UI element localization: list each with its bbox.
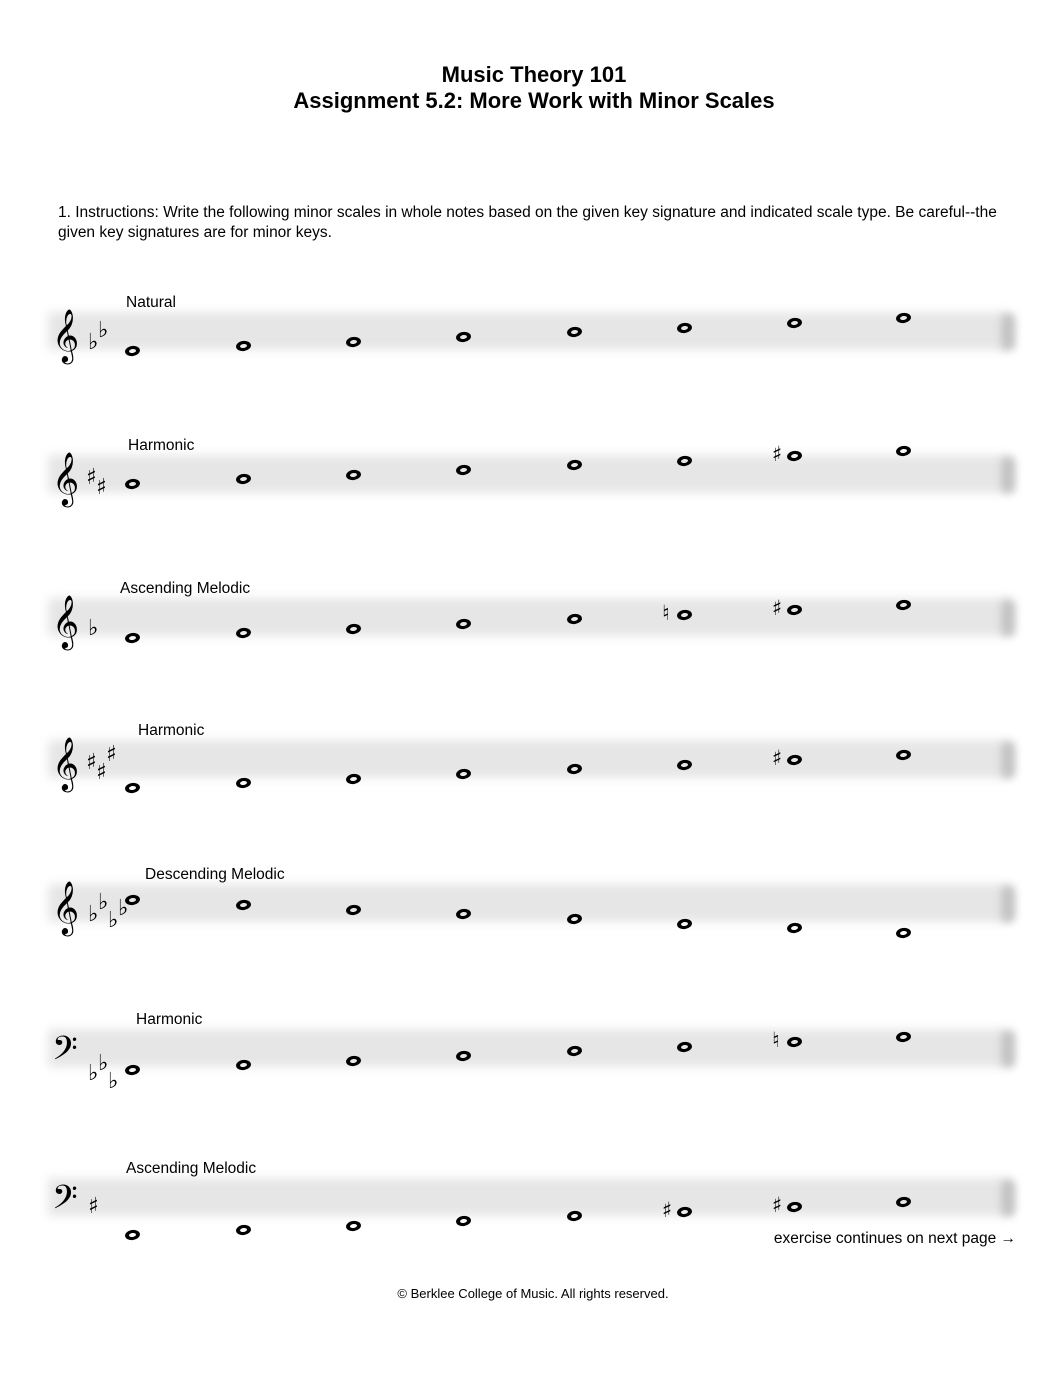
whole-note xyxy=(124,1064,141,1076)
key-signature-flat-icon: ♭ xyxy=(88,1061,99,1086)
scale-type-label: Ascending Melodic xyxy=(120,580,251,597)
key-signature-flat-icon: ♭ xyxy=(108,1069,119,1094)
treble-clef-icon: 𝄞 xyxy=(52,594,80,648)
sharp-accidental-icon: ♯ xyxy=(772,745,783,770)
scale-type-label: Ascending Melodic xyxy=(126,1160,257,1177)
treble-clef-icon: 𝄞 xyxy=(52,736,80,790)
whole-note xyxy=(345,1219,362,1232)
natural-accidental-icon: ♮ xyxy=(662,600,670,625)
whole-note xyxy=(235,340,252,353)
final-barline xyxy=(1001,457,1015,493)
whole-note xyxy=(124,345,141,357)
staff-lines xyxy=(48,740,1013,778)
treble-clef-icon: 𝄞 xyxy=(52,451,80,505)
natural-accidental-icon: ♮ xyxy=(772,1027,780,1052)
assignment-title: Assignment 5.2: More Work with Minor Sca… xyxy=(293,88,775,113)
final-barline xyxy=(1001,742,1015,778)
key-signature-flat-icon: ♭ xyxy=(88,902,99,927)
scale-type-label: Natural xyxy=(126,294,176,311)
staff-lines xyxy=(48,884,1013,922)
key-signature-flat-icon: ♭ xyxy=(98,318,109,343)
whole-note xyxy=(235,627,252,640)
final-barline xyxy=(1001,314,1015,350)
staff-lines xyxy=(48,1029,1013,1067)
whole-note xyxy=(124,782,141,794)
staff-exercise-5: Descending Melodic 𝄞 ♭ ♭ ♭ ♭ xyxy=(48,862,1023,952)
scale-type-label: Harmonic xyxy=(136,1011,203,1028)
whole-note xyxy=(455,1214,472,1227)
scale-type-label: Harmonic xyxy=(128,437,195,454)
whole-note xyxy=(786,922,803,935)
sharp-accidental-icon: ♯ xyxy=(772,595,783,620)
staff-exercise-4: Harmonic 𝄞 ♯ ♯ ♯ ♯ xyxy=(48,718,1023,808)
bass-clef-icon: 𝄢 xyxy=(52,1030,78,1076)
whole-note xyxy=(566,1210,583,1223)
copyright-footer: © Berklee College of Music. All rights r… xyxy=(397,1286,669,1301)
whole-note xyxy=(235,777,252,790)
key-signature-sharp-icon: ♯ xyxy=(88,1194,99,1219)
staff-exercise-3: Ascending Melodic 𝄞 ♭ ♮ ♯ xyxy=(48,576,1023,666)
key-signature-flat-icon: ♭ xyxy=(88,616,99,641)
final-barline xyxy=(1001,1180,1015,1216)
key-signature-flat-icon: ♭ xyxy=(98,1051,109,1076)
whole-note xyxy=(124,632,141,644)
key-signature-flat-icon: ♭ xyxy=(108,908,119,933)
final-barline xyxy=(1001,886,1015,922)
final-barline xyxy=(1001,1031,1015,1067)
whole-note xyxy=(124,1229,141,1241)
sharp-accidental-icon: ♯ xyxy=(772,441,783,466)
key-signature-flat-icon: ♭ xyxy=(88,330,99,355)
staff-exercise-1: Natural 𝄞 ♭ ♭ xyxy=(48,290,1023,380)
sharp-accidental-icon: ♯ xyxy=(662,1197,673,1222)
staff-lines xyxy=(48,1178,1013,1216)
whole-note xyxy=(235,1059,252,1072)
key-signature-sharp-icon: ♯ xyxy=(96,475,107,500)
staff-lines xyxy=(48,598,1013,636)
whole-note xyxy=(895,927,912,939)
sharp-accidental-icon: ♯ xyxy=(772,1192,783,1217)
treble-clef-icon: 𝄞 xyxy=(52,308,80,362)
continue-note: exercise continues on next page → xyxy=(773,1230,1016,1247)
whole-note xyxy=(455,767,472,780)
whole-note xyxy=(566,912,583,925)
whole-note xyxy=(676,917,693,930)
key-signature-flat-icon: ♭ xyxy=(98,890,109,915)
scale-type-label: Harmonic xyxy=(138,722,205,739)
staff-lines xyxy=(48,312,1013,350)
final-barline xyxy=(1001,600,1015,636)
staff-lines xyxy=(48,455,1013,493)
course-title: Music Theory 101 xyxy=(441,62,627,87)
scale-type-label: Descending Melodic xyxy=(145,866,285,883)
staff-exercise-2: Harmonic 𝄞 ♯ ♯ ♯ xyxy=(48,433,1023,523)
bass-clef-icon: 𝄢 xyxy=(52,1179,78,1225)
whole-note xyxy=(345,772,362,785)
whole-note xyxy=(235,1224,252,1237)
treble-clef-icon: 𝄞 xyxy=(52,880,80,934)
key-signature-sharp-icon: ♯ xyxy=(106,742,117,767)
staff-exercise-6: Harmonic 𝄢 ♭ ♭ ♭ ♮ xyxy=(48,1007,1023,1097)
instructions: 1. Instructions: Write the following min… xyxy=(58,204,997,241)
